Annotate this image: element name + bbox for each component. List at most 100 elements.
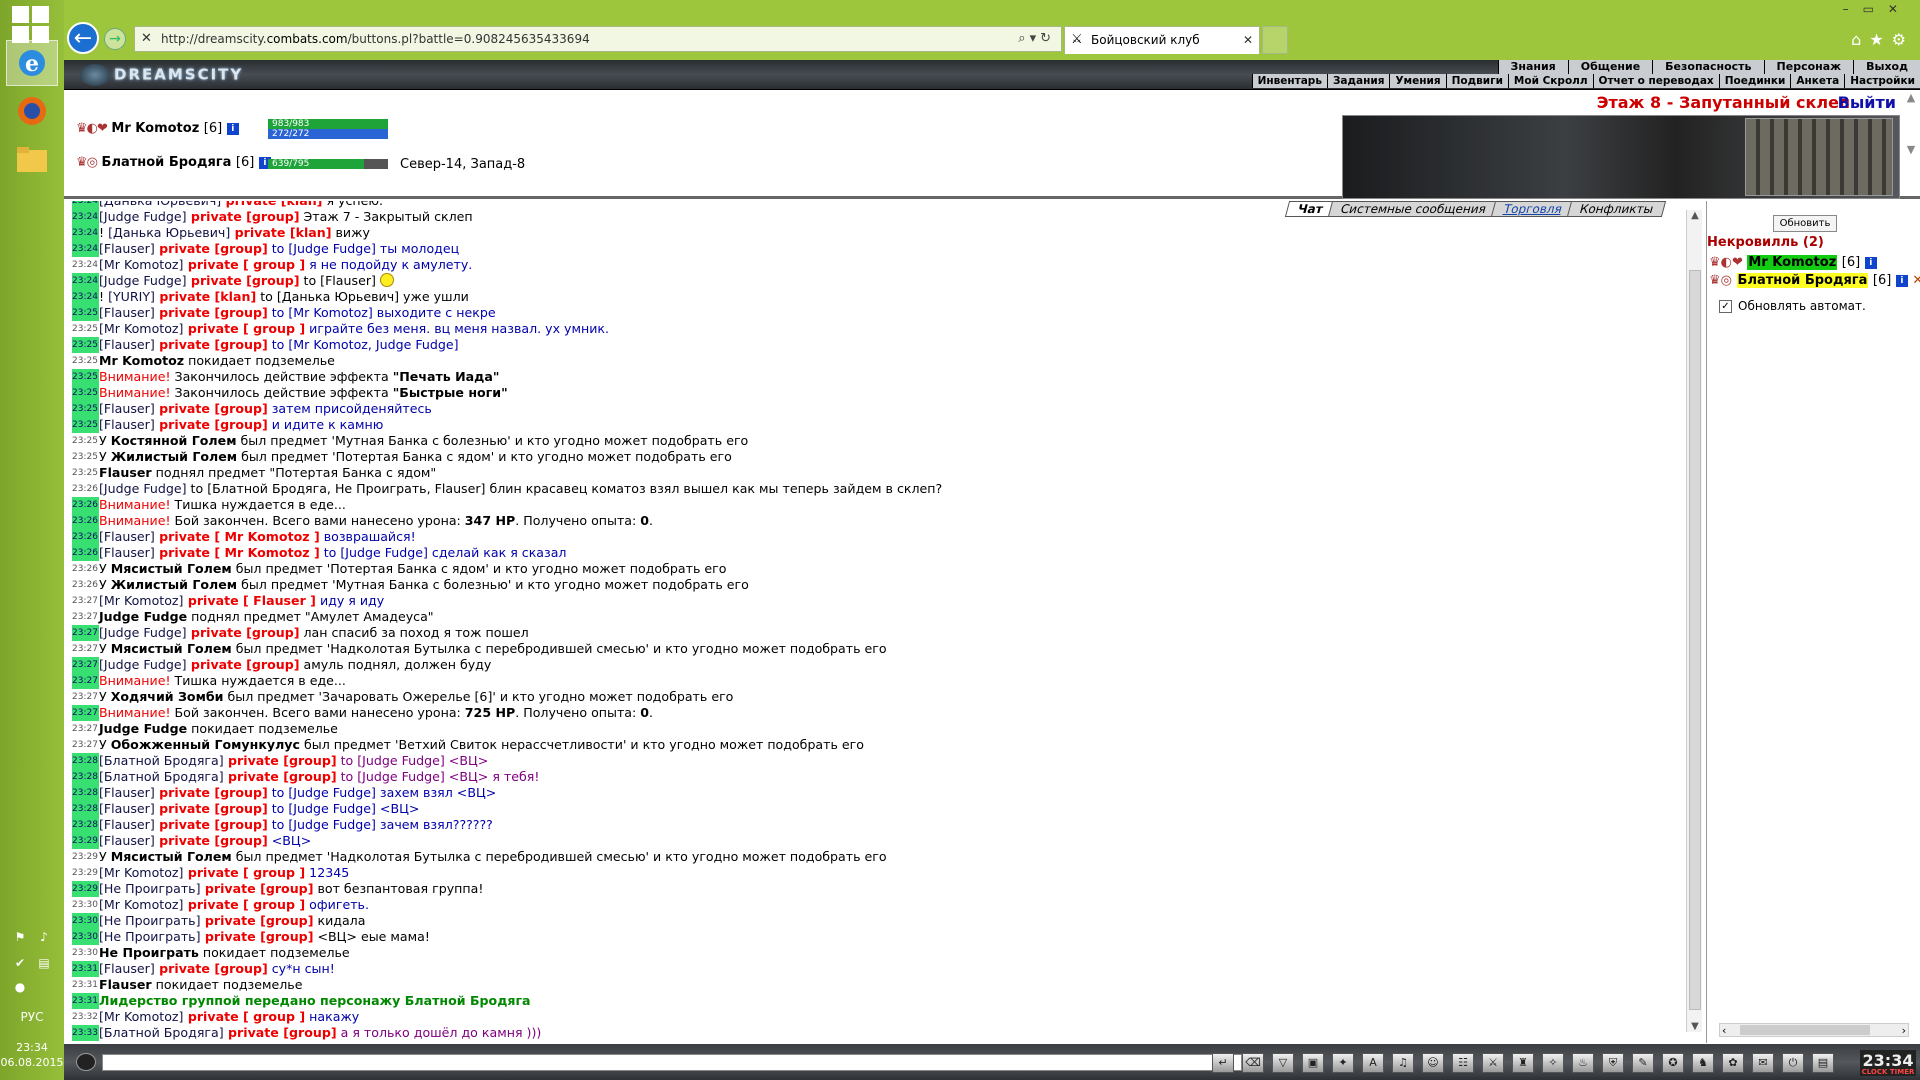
avatar-icon[interactable] xyxy=(76,1053,96,1071)
language-indicator[interactable]: РУС xyxy=(0,1010,64,1024)
message-private-tag[interactable]: private [group] xyxy=(187,625,300,640)
message-private-tag[interactable]: private [group] xyxy=(187,273,300,288)
message-time[interactable]: 23:27 xyxy=(72,737,99,753)
message-private-tag[interactable]: private [group] xyxy=(155,337,268,352)
pet-icon[interactable]: ♞ xyxy=(1692,1053,1714,1073)
message-author[interactable]: [Judge Fudge] xyxy=(99,625,187,640)
message-time[interactable]: 23:27 xyxy=(72,641,99,657)
message-time[interactable]: 23:26 xyxy=(72,529,99,545)
message-time[interactable]: 23:25 xyxy=(72,401,99,417)
submenu-item[interactable]: Мой Скролл xyxy=(1507,74,1593,88)
message-private-tag[interactable]: private [group] xyxy=(187,209,300,224)
fire-icon[interactable]: ✧ xyxy=(1542,1053,1564,1073)
message-private-tag[interactable]: private [ Mr Komotoz ] xyxy=(155,545,320,560)
window-controls[interactable]: –▭✕ xyxy=(1843,2,1912,16)
message-author[interactable]: [Блатной Бродяга] xyxy=(99,1025,224,1040)
gift-icon[interactable]: ✿ xyxy=(1722,1053,1744,1073)
message-private-tag[interactable]: private [ group ] xyxy=(183,1009,305,1024)
message-time[interactable]: 23:25 xyxy=(72,337,99,353)
message-time[interactable]: 23:27 xyxy=(72,673,99,689)
message-author[interactable]: [Mr Komotoz] xyxy=(99,1009,183,1024)
message-private-tag[interactable]: private [group] xyxy=(155,785,268,800)
scroll-left-icon[interactable]: ‹ xyxy=(1722,1024,1726,1037)
message-private-tag[interactable]: private [group] xyxy=(201,913,314,928)
message-author[interactable]: [YURIY] xyxy=(108,289,155,304)
search-icon[interactable]: ⌕ xyxy=(1018,31,1029,46)
submenu-item[interactable]: Умения xyxy=(1389,74,1445,88)
scroll-up-icon[interactable]: ▲ xyxy=(1687,210,1703,221)
chat-scrollbar[interactable]: ▲ ▼ xyxy=(1686,210,1702,1032)
check-icon[interactable]: ✔ xyxy=(12,956,28,972)
message-time[interactable]: 23:25 xyxy=(72,433,99,449)
message-time[interactable]: 23:30 xyxy=(72,929,99,945)
message-time[interactable]: 23:28 xyxy=(72,769,99,785)
message-private-tag[interactable]: private [ group ] xyxy=(183,865,305,880)
message-author[interactable]: [Данька Юрьевич] xyxy=(99,201,221,208)
filter-icon[interactable]: ▽ xyxy=(1272,1053,1294,1073)
exit-link[interactable]: Выйти xyxy=(1838,93,1896,112)
explorer-taskbar-icon[interactable] xyxy=(6,136,58,182)
game-logo[interactable]: DREAMSCITY xyxy=(80,64,243,86)
message-time[interactable]: 23:25 xyxy=(72,417,99,433)
message-private-tag[interactable]: private [group] xyxy=(155,241,268,256)
address-bar[interactable]: ✕ http://dreamscity.combats.com/buttons.… xyxy=(134,26,1062,52)
users-icon[interactable]: ☷ xyxy=(1452,1053,1474,1073)
message-private-tag[interactable]: private [ Mr Komotoz ] xyxy=(155,529,320,544)
message-private-tag[interactable]: private [ group ] xyxy=(183,257,305,272)
star-icon[interactable]: ★ xyxy=(1869,30,1891,49)
message-time[interactable]: 23:28 xyxy=(72,801,99,817)
home-icon[interactable]: ⌂ xyxy=(1851,30,1869,49)
message-author[interactable]: [Flauser] xyxy=(99,961,155,976)
message-time[interactable]: 23:24 xyxy=(72,241,99,257)
message-time[interactable]: 23:26 xyxy=(72,497,99,513)
message-private-tag[interactable]: private [group] xyxy=(224,769,337,784)
message-time[interactable]: 23:30 xyxy=(72,945,99,961)
back-button[interactable]: ← xyxy=(67,22,99,54)
scroll-thumb[interactable] xyxy=(1740,1025,1870,1035)
message-time[interactable]: 23:28 xyxy=(72,753,99,769)
menu-item[interactable]: Персонаж xyxy=(1763,60,1854,74)
new-tab-button[interactable] xyxy=(1262,26,1288,54)
steam-icon[interactable]: ● xyxy=(12,980,28,996)
network-icon[interactable]: ▤ xyxy=(36,956,52,972)
message-time[interactable]: 23:24 xyxy=(72,273,99,289)
info-icon[interactable]: i xyxy=(226,122,239,135)
tab-system-messages[interactable]: Системные сообщения xyxy=(1327,201,1500,217)
address-controls[interactable]: ⌕▾↻ xyxy=(1018,27,1055,51)
scroll-thumb[interactable] xyxy=(1689,270,1701,1010)
flag-icon[interactable]: ⚑ xyxy=(12,930,28,946)
message-author[interactable]: [Mr Komotoz] xyxy=(99,593,183,608)
message-author[interactable]: [Mr Komotoz] xyxy=(99,321,183,336)
message-author[interactable]: [Flauser] xyxy=(99,545,155,560)
gate-image[interactable] xyxy=(1745,118,1893,196)
message-time[interactable]: 23:27 xyxy=(72,689,99,705)
scroll-right-icon[interactable]: › xyxy=(1902,1024,1906,1037)
message-time[interactable]: 23:24 xyxy=(72,257,99,273)
submenu-item[interactable]: Задания xyxy=(1326,74,1389,88)
message-time[interactable]: 23:26 xyxy=(72,513,99,529)
scroll-icon[interactable]: ✎ xyxy=(1632,1053,1654,1073)
chat-input[interactable] xyxy=(102,1054,1242,1071)
message-author[interactable]: [Judge Fudge] xyxy=(99,481,187,496)
exit-icon[interactable]: ⏻ xyxy=(1782,1053,1804,1073)
os-clock[interactable]: 23:34 06.08.2015 xyxy=(0,1040,64,1070)
message-author[interactable]: [Judge Fudge] xyxy=(99,209,187,224)
info-scrollbar[interactable]: ▲ ▼ xyxy=(1904,91,1918,199)
message-author[interactable]: [Flauser] xyxy=(99,801,155,816)
close-tab-icon[interactable]: ✕ xyxy=(1243,27,1253,53)
message-time[interactable]: 23:26 xyxy=(72,561,99,577)
message-private-tag[interactable]: private [group] xyxy=(224,753,337,768)
message-author[interactable]: [Не Проиграть] xyxy=(99,881,201,896)
swords-icon[interactable]: ✕ xyxy=(1912,273,1920,288)
message-private-tag[interactable]: private [ group ] xyxy=(183,897,305,912)
translit-icon[interactable]: A xyxy=(1362,1053,1384,1073)
message-author[interactable]: [Flauser] xyxy=(99,833,155,848)
message-author[interactable]: [Не Проиграть] xyxy=(99,913,201,928)
message-icon[interactable]: ✉ xyxy=(1752,1053,1774,1073)
info-icon[interactable]: i xyxy=(1864,256,1877,269)
message-author[interactable]: [Блатной Бродяга] xyxy=(99,769,224,784)
message-author[interactable]: [Flauser] xyxy=(99,241,155,256)
shield-icon[interactable]: ⛨ xyxy=(1602,1053,1624,1073)
menu-item[interactable]: Знания xyxy=(1497,60,1568,74)
message-time[interactable]: 23:33 xyxy=(72,1025,99,1041)
